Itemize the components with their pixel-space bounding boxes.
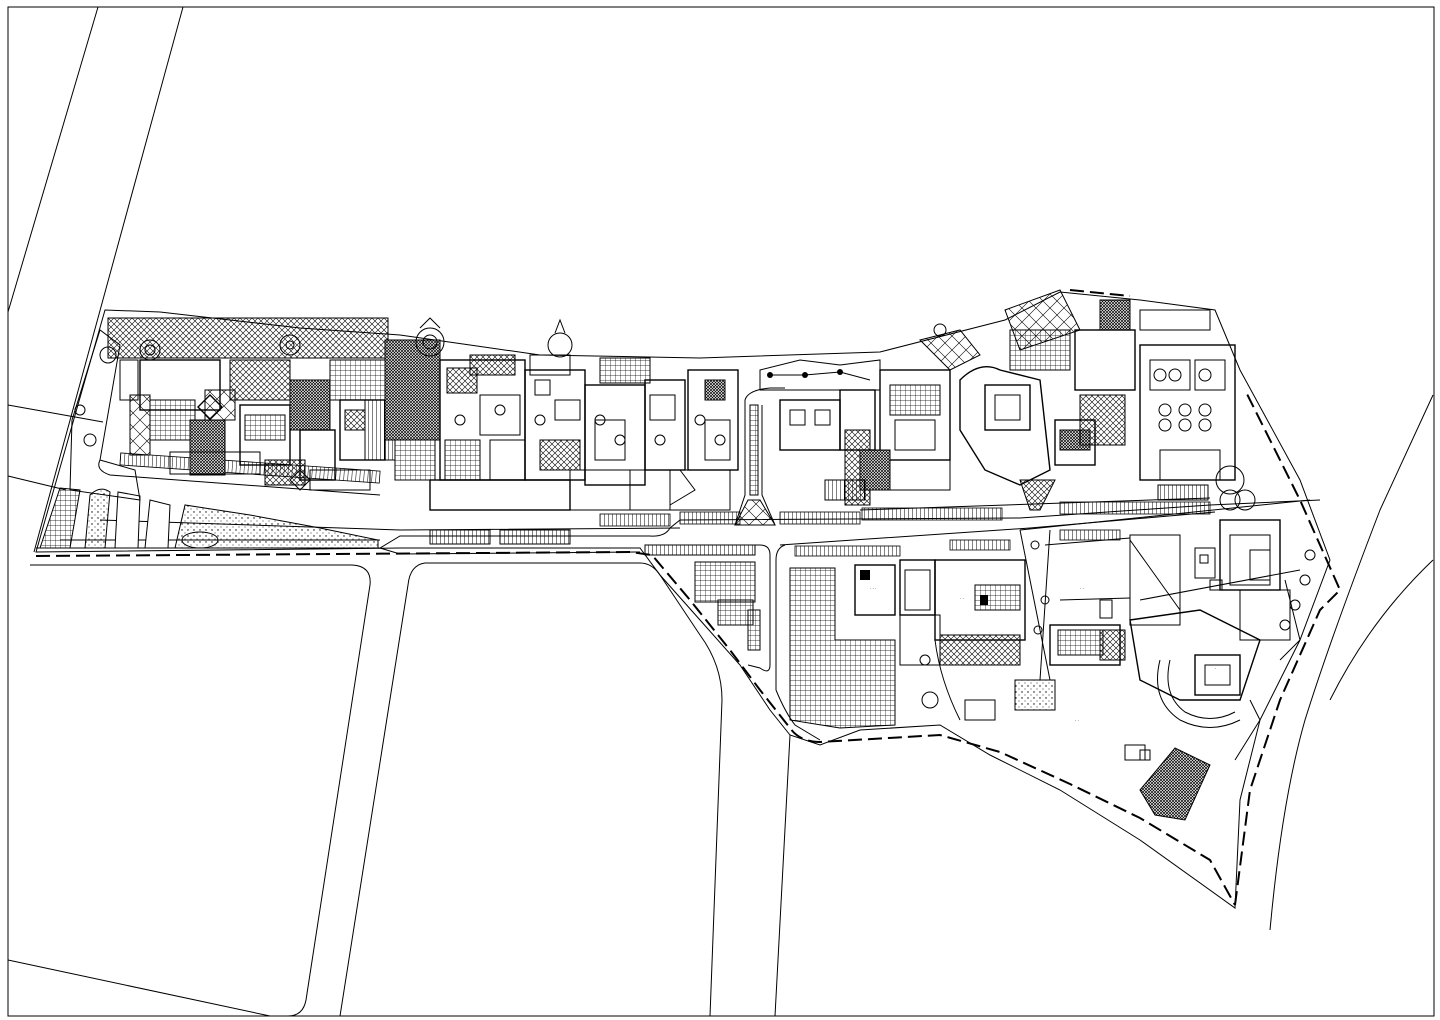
pedestrian-corridor [734, 387, 785, 526]
svg-text:·: · [1215, 666, 1216, 671]
site-plan-svg: · · · · · · · · · · [7, 6, 1435, 1017]
site-plan-drawing: · · · · · · · · · · [0, 0, 1440, 1020]
svg-text:· · ·: · · · [870, 586, 876, 591]
svg-text:· ·: · · [1075, 718, 1079, 723]
building-cluster-east-central [759, 323, 981, 506]
svg-text:· ·: · · [1080, 586, 1084, 591]
tower-building [959, 289, 1211, 511]
building-cluster-central [415, 317, 739, 511]
svg-text:· ·: · · [960, 596, 964, 601]
building-cluster-northeast [1139, 344, 1256, 511]
